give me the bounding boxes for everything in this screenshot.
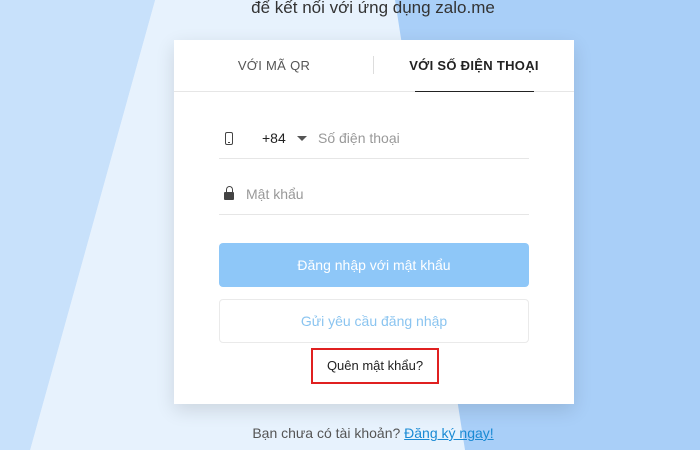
password-row — [219, 174, 529, 215]
phone-row: +84 — [219, 118, 529, 159]
login-with-password-button[interactable]: Đăng nhập với mật khẩu — [219, 243, 529, 287]
country-code-select[interactable]: +84 — [262, 130, 286, 146]
tab-qr-code[interactable]: VỚI MÃ QR — [174, 40, 374, 91]
signup-link[interactable]: Đăng ký ngay! — [404, 425, 494, 441]
signup-prompt: Bạn chưa có tài khoản? Đăng ký ngay! — [0, 425, 700, 441]
phone-icon — [225, 132, 233, 145]
page-subtitle: để kết nối với ứng dụng zalo.me — [251, 0, 495, 17]
forgot-password-link[interactable]: Quên mật khẩu? — [311, 348, 439, 384]
chevron-down-icon[interactable] — [297, 136, 307, 141]
tab-phone-number[interactable]: VỚI SỐ ĐIỆN THOẠI — [374, 40, 574, 91]
login-card: VỚI MÃ QR VỚI SỐ ĐIỆN THOẠI +84 Đăng nhậ… — [174, 40, 574, 404]
active-tab-indicator — [415, 91, 534, 92]
phone-input[interactable] — [318, 127, 523, 149]
signup-prompt-text: Bạn chưa có tài khoản? — [252, 425, 401, 441]
lock-icon — [224, 186, 234, 200]
request-login-button[interactable]: Gửi yêu cầu đăng nhập — [219, 299, 529, 343]
password-input[interactable] — [246, 183, 523, 205]
login-tabs: VỚI MÃ QR VỚI SỐ ĐIỆN THOẠI — [174, 40, 574, 92]
